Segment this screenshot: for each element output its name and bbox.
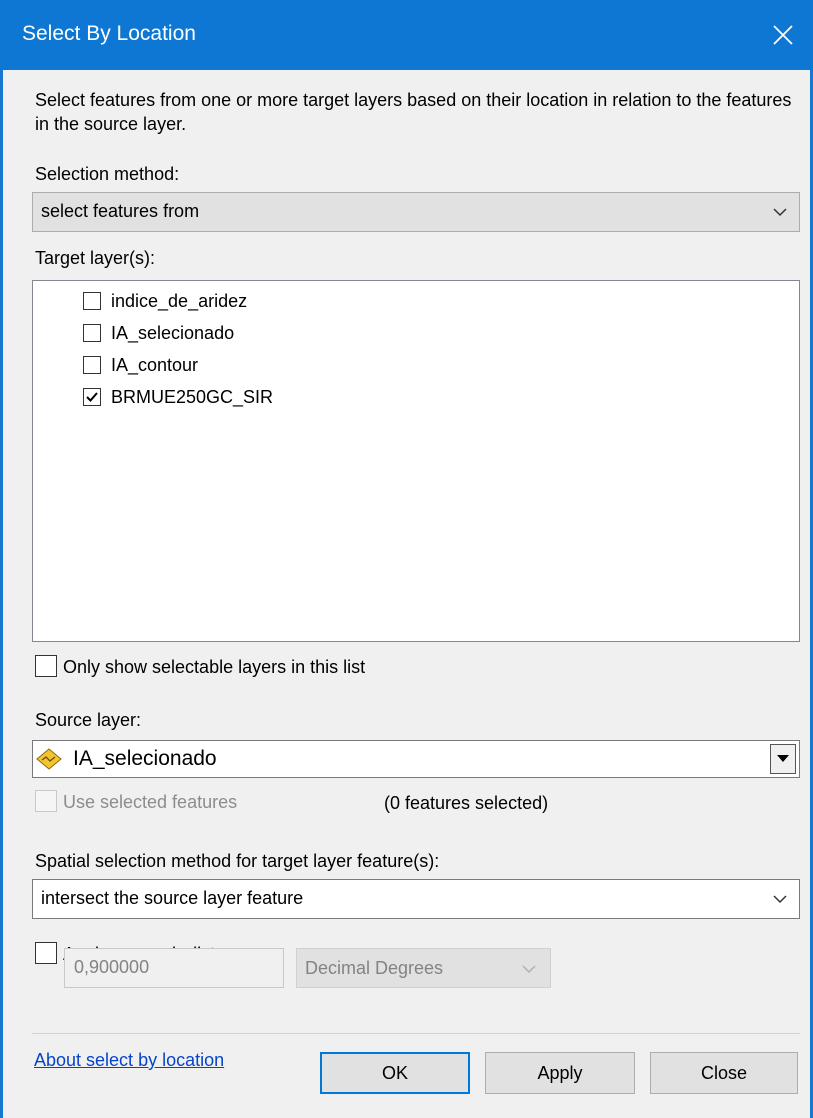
target-layer-item[interactable]: BRMUE250GC_SIR (83, 383, 273, 411)
use-selected-checkbox[interactable] (35, 790, 57, 812)
target-layer-item[interactable]: indice_de_aridez (83, 287, 247, 315)
source-layer-label: Source layer: (35, 710, 142, 730)
distance-units-value: Decimal Degrees (305, 958, 444, 978)
apply-button[interactable]: Apply (485, 1052, 635, 1094)
apply-search-distance-checkbox[interactable] (35, 942, 57, 964)
ok-button[interactable]: OK (320, 1052, 470, 1094)
title-bar: Select By Location (0, 0, 813, 70)
close-button[interactable]: Close (650, 1052, 798, 1094)
selection-method-label: Selection method: (35, 164, 180, 184)
selection-method-value: select features from (41, 201, 200, 221)
selection-method-dropdown[interactable]: select features from (32, 192, 800, 232)
close-window-button[interactable] (753, 0, 813, 70)
close-icon (773, 25, 793, 45)
spatial-method-dropdown[interactable]: intersect the source layer feature (32, 879, 800, 919)
target-layers-list[interactable]: indice_de_aridez IA_selecionado IA_conto… (32, 280, 800, 642)
source-layer-value: IA_selecionado (73, 747, 217, 770)
checkmark-icon (86, 392, 98, 402)
polygon-layer-icon (36, 748, 62, 770)
target-layer-checkbox[interactable] (83, 388, 101, 406)
target-layer-name: BRMUE250GC_SIR (111, 386, 274, 407)
target-layer-item[interactable]: IA_contour (83, 351, 198, 379)
source-layer-dropdown[interactable]: IA_selecionado (32, 740, 800, 778)
target-layer-name: IA_selecionado (111, 322, 235, 343)
source-layer-dropdown-button[interactable] (770, 744, 796, 774)
target-layer-checkbox[interactable] (83, 324, 101, 342)
search-distance-value: 0,900000 (74, 957, 150, 977)
target-layers-label: Target layer(s): (35, 248, 156, 268)
target-layer-item[interactable]: IA_selecionado (83, 319, 234, 347)
features-selected-count: (0 features selected) (384, 793, 549, 813)
window-border-left (0, 70, 3, 1118)
about-select-by-location-link[interactable]: About select by location (34, 1050, 224, 1071)
distance-units-dropdown[interactable]: Decimal Degrees (296, 948, 551, 988)
chevron-down-icon (773, 208, 787, 217)
triangle-down-icon (777, 755, 789, 762)
spatial-method-label: Spatial selection method for target laye… (35, 851, 440, 871)
only-selectable-label: Only show selectable layers in this list (63, 657, 366, 677)
target-layer-name: indice_de_aridez (111, 290, 248, 311)
spatial-method-value: intersect the source layer feature (41, 888, 304, 908)
target-layer-checkbox[interactable] (83, 292, 101, 310)
window-title: Select By Location (22, 22, 196, 45)
target-layer-checkbox[interactable] (83, 356, 101, 374)
chevron-down-icon (773, 895, 787, 904)
footer-divider (32, 1033, 800, 1034)
use-selected-label: Use selected features (63, 792, 238, 812)
chevron-down-icon (522, 965, 536, 974)
target-layer-name: IA_contour (111, 354, 199, 375)
description-text: Select features from one or more target … (35, 90, 792, 134)
only-selectable-checkbox[interactable] (35, 655, 57, 677)
search-distance-input[interactable]: 0,900000 (64, 948, 284, 988)
